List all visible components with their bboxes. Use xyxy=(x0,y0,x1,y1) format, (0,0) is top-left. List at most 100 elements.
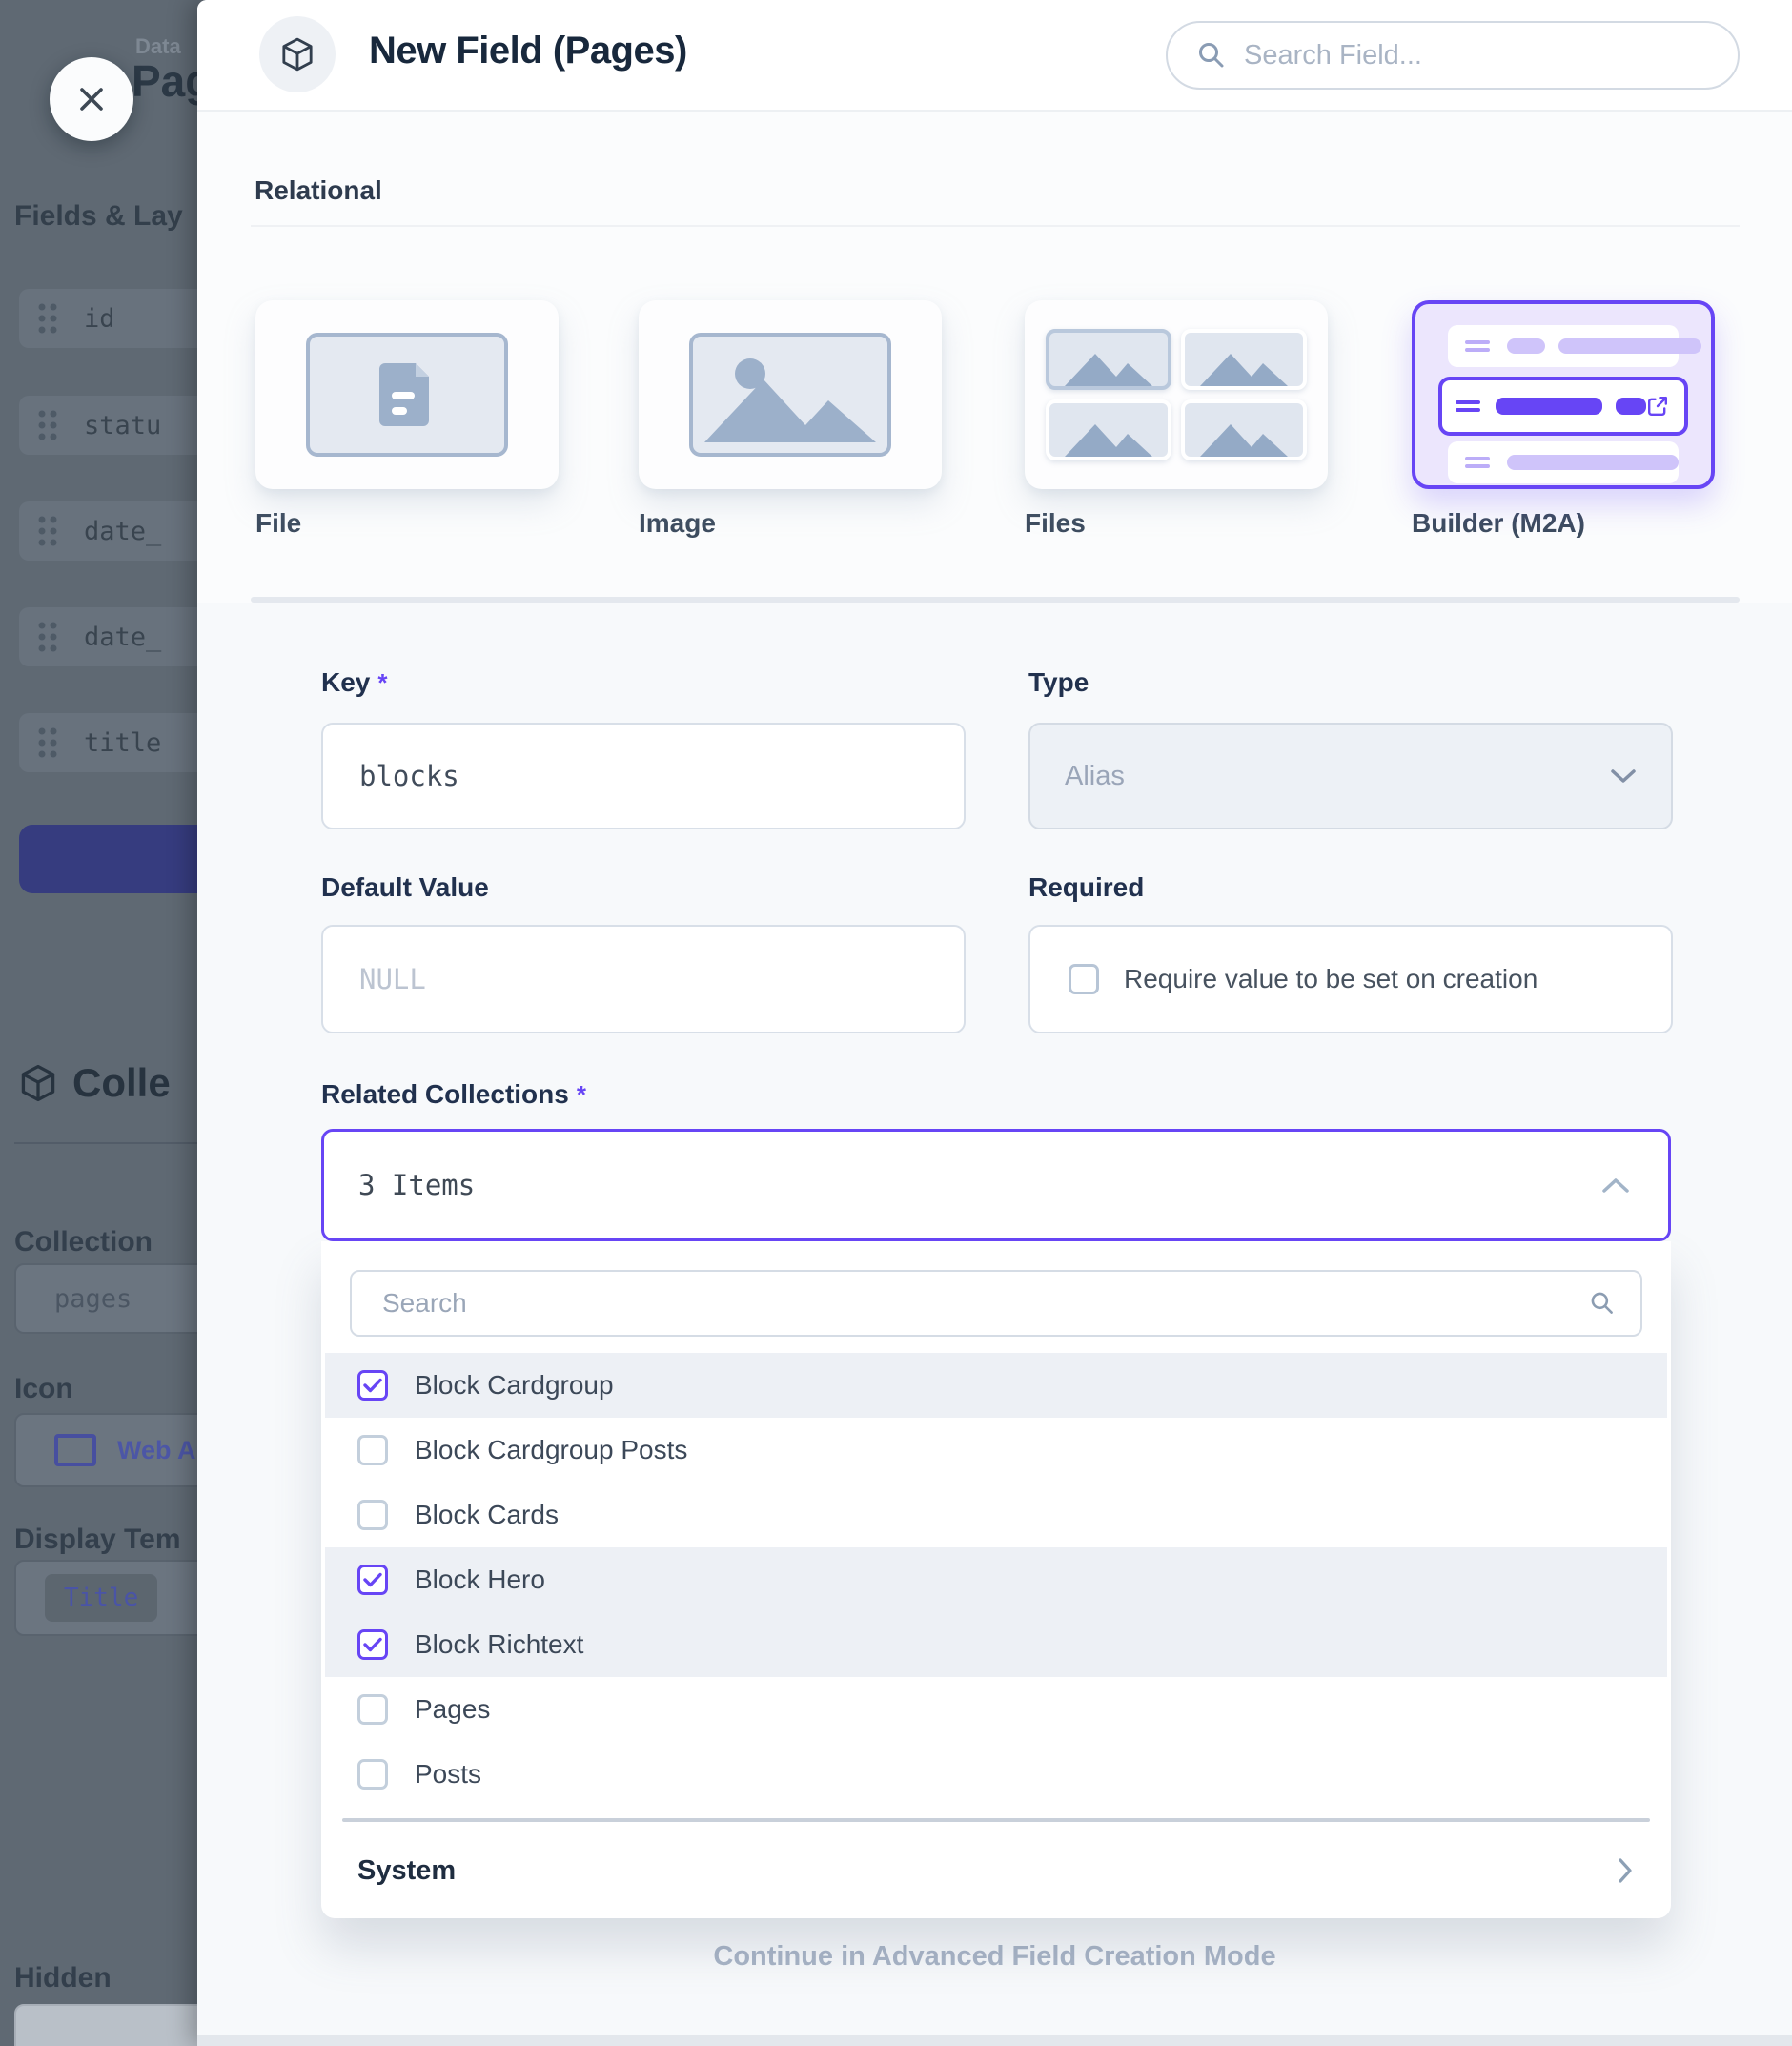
list-item-block-richtext[interactable]: Block Richtext xyxy=(325,1612,1667,1677)
file-thumbnail xyxy=(306,333,508,457)
collection-search[interactable] xyxy=(350,1270,1642,1337)
related-collections-select[interactable]: 3 Items xyxy=(321,1129,1671,1241)
box-icon xyxy=(17,1062,59,1104)
key-label: Key* xyxy=(321,667,388,698)
field-name: date_ xyxy=(84,517,161,546)
drag-handle-icon xyxy=(36,408,59,442)
chevron-right-icon xyxy=(1618,1857,1633,1884)
related-collections-label: Related Collections* xyxy=(321,1079,586,1110)
system-collections-row[interactable]: System xyxy=(321,1834,1671,1907)
field-type-card-files[interactable]: Files xyxy=(1025,300,1328,539)
placeholder-bar xyxy=(1558,338,1701,354)
field-name: id xyxy=(84,304,115,334)
check-icon xyxy=(363,1378,382,1393)
card-label: Builder (M2A) xyxy=(1412,508,1715,539)
placeholder-bar xyxy=(1507,338,1545,354)
field-type-card-file[interactable]: File xyxy=(255,300,559,539)
display-template-label: Display Tem xyxy=(14,1524,181,1556)
new-field-drawer: New Field (Pages) Relational File xyxy=(197,0,1792,2046)
close-button[interactable] xyxy=(50,57,133,141)
list-item-block-hero[interactable]: Block Hero xyxy=(325,1547,1667,1612)
key-value-input[interactable] xyxy=(357,759,914,793)
hidden-label: Hidden xyxy=(14,1962,112,1995)
card-label: Image xyxy=(639,508,942,539)
mountain-icon xyxy=(1181,399,1307,460)
type-label: Type xyxy=(1028,667,1089,698)
search-field-input[interactable] xyxy=(1242,39,1703,72)
icon-value: Web A xyxy=(117,1436,196,1465)
field-type-card-image[interactable]: Image xyxy=(639,300,942,539)
box-icon-badge xyxy=(259,16,336,92)
collection-search-input[interactable] xyxy=(380,1287,1589,1320)
collection-input: pages xyxy=(14,1263,197,1334)
drag-handle-icon xyxy=(1456,399,1480,414)
list-item-block-cardgroup[interactable]: Block Cardgroup xyxy=(325,1353,1667,1418)
checkbox[interactable] xyxy=(357,1565,388,1595)
search-icon xyxy=(1589,1290,1616,1317)
checkbox[interactable] xyxy=(357,1694,388,1725)
required-checkbox-label: Require value to be set on creation xyxy=(1124,964,1537,994)
required-asterisk: * xyxy=(377,668,387,697)
checkbox[interactable] xyxy=(357,1500,388,1530)
icon-label: Icon xyxy=(14,1373,73,1405)
required-label: Required xyxy=(1028,872,1144,903)
card-files[interactable] xyxy=(1025,300,1328,489)
section-divider xyxy=(251,597,1740,603)
close-icon xyxy=(74,82,109,116)
search-icon xyxy=(1196,40,1227,71)
list-item-pages[interactable]: Pages xyxy=(325,1677,1667,1742)
placeholder-bar xyxy=(1507,455,1679,470)
system-label: System xyxy=(357,1855,456,1887)
default-value-input[interactable] xyxy=(321,925,966,1033)
display-template-input: Title xyxy=(14,1560,197,1636)
key-input[interactable] xyxy=(321,723,966,829)
icon-input: Web A xyxy=(14,1413,197,1487)
web-asset-icon xyxy=(54,1434,96,1466)
drag-handle-icon xyxy=(1465,455,1490,470)
type-selected-value: Alias xyxy=(1065,761,1125,792)
field-row-id: id xyxy=(19,289,197,348)
card-file[interactable] xyxy=(255,300,559,489)
mountain-icon xyxy=(1181,329,1307,390)
image-icon xyxy=(704,347,876,442)
collection-value: pages xyxy=(54,1284,132,1314)
card-image[interactable] xyxy=(639,300,942,489)
relational-heading: Relational xyxy=(255,175,382,206)
checkbox[interactable] xyxy=(357,1370,388,1401)
drag-handle-icon xyxy=(36,726,59,760)
mountain-icon xyxy=(1046,399,1171,460)
checkbox[interactable] xyxy=(357,1435,388,1465)
field-search[interactable] xyxy=(1166,21,1740,90)
field-row-status: statu xyxy=(19,396,197,455)
builder-row xyxy=(1448,441,1679,483)
default-value-label: Default Value xyxy=(321,872,489,903)
checkbox[interactable] xyxy=(357,1759,388,1790)
builder-row-active xyxy=(1438,377,1688,436)
check-icon xyxy=(363,1572,382,1587)
card-label: File xyxy=(255,508,559,539)
chevron-down-icon xyxy=(1610,768,1637,784)
field-type-card-builder-m2a[interactable]: Builder (M2A) xyxy=(1412,300,1715,539)
image-thumbnail xyxy=(689,333,891,457)
fields-layout-heading: Fields & Lay xyxy=(14,200,183,233)
drag-handle-icon xyxy=(36,620,59,654)
advanced-mode-link[interactable]: Continue in Advanced Field Creation Mode xyxy=(197,1941,1792,1973)
list-item-posts[interactable]: Posts xyxy=(325,1742,1667,1807)
default-value-field[interactable] xyxy=(357,962,914,996)
field-row-date: date_ xyxy=(19,501,197,561)
type-select[interactable]: Alias xyxy=(1028,723,1673,829)
list-item-block-cards[interactable]: Block Cards xyxy=(325,1483,1667,1547)
files-thumbnails xyxy=(1046,329,1307,460)
checkbox[interactable] xyxy=(357,1629,388,1660)
document-icon xyxy=(379,363,435,426)
card-builder-selected[interactable] xyxy=(1412,300,1715,489)
list-item-block-cardgroup-posts[interactable]: Block Cardgroup Posts xyxy=(325,1418,1667,1483)
field-row-title: title xyxy=(19,713,197,772)
required-asterisk: * xyxy=(577,1080,586,1109)
hidden-input xyxy=(14,2004,197,2046)
drag-handle-icon xyxy=(36,301,59,336)
collection-heading: Colle xyxy=(17,1060,171,1106)
page-title: Pag xyxy=(132,55,197,107)
field-name: title xyxy=(84,728,161,758)
required-checkbox[interactable] xyxy=(1069,964,1099,994)
